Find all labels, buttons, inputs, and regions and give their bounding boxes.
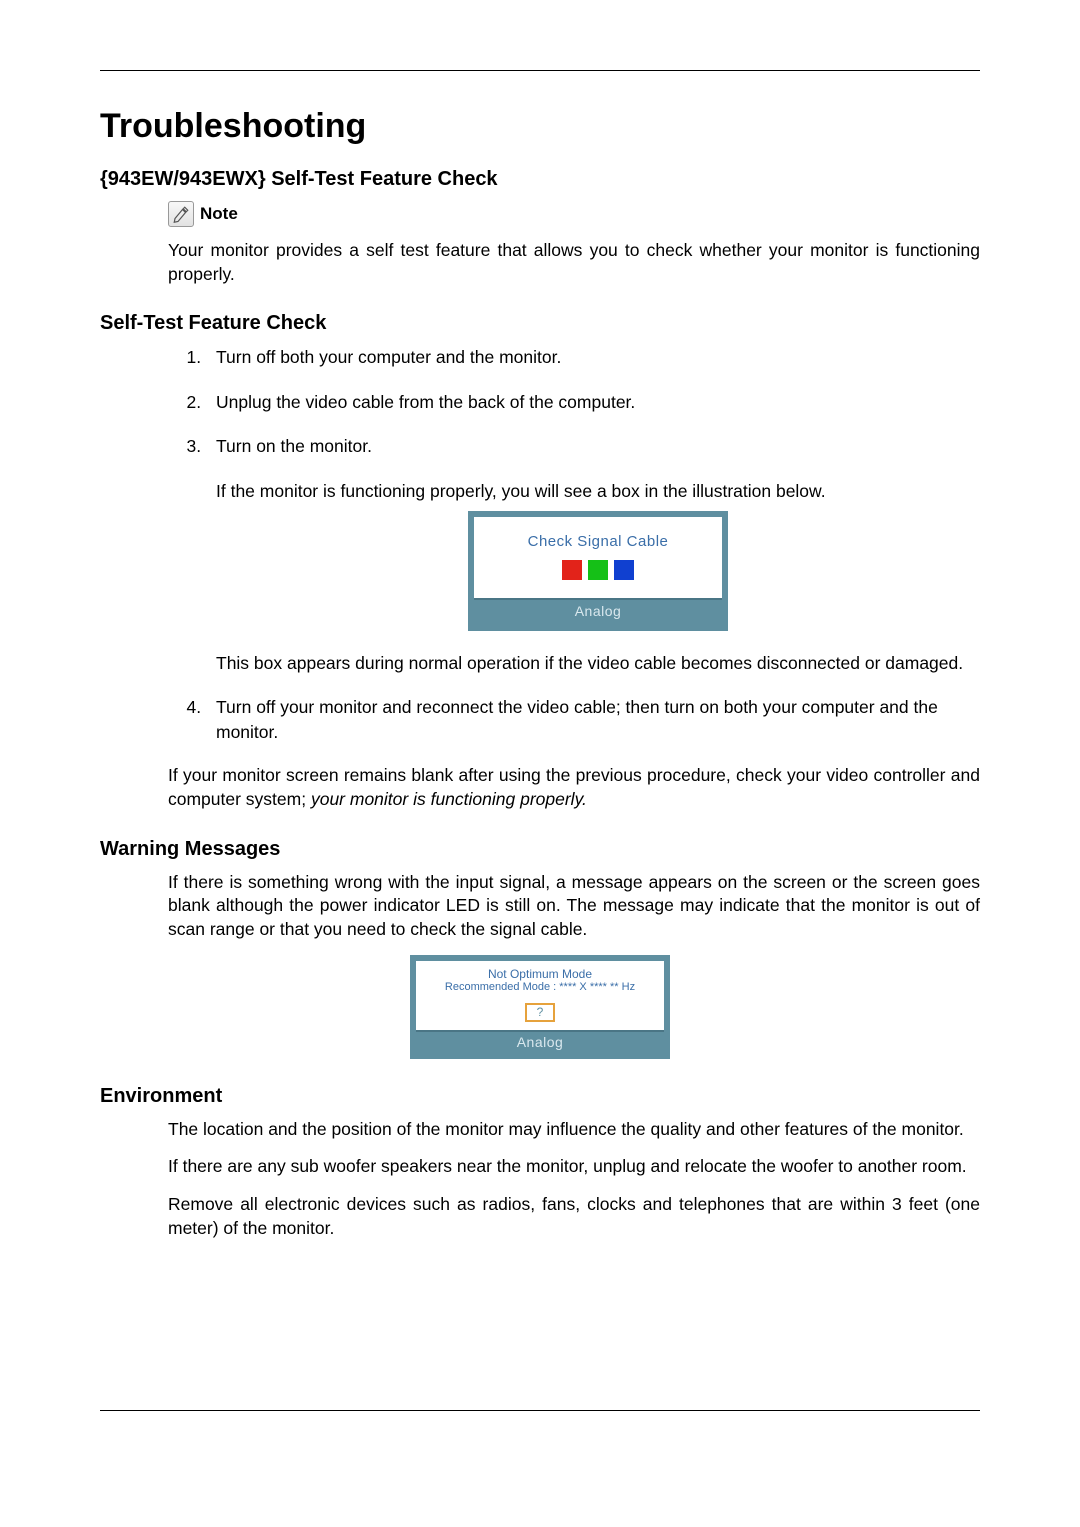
step-text: Turn off your monitor and reconnect the …	[216, 697, 938, 742]
rule-bottom	[100, 1410, 980, 1411]
osd2-footer: Analog	[416, 1030, 664, 1053]
note-icon	[168, 201, 194, 227]
step-text: Turn off both your computer and the moni…	[216, 347, 561, 367]
env-p1: The location and the position of the mon…	[168, 1118, 980, 1142]
osd-footer: Analog	[474, 598, 722, 625]
osd2-line1: Not Optimum Mode	[416, 961, 664, 981]
closing-em: your monitor is functioning properly.	[311, 789, 587, 809]
env-p3: Remove all electronic devices such as ra…	[168, 1193, 980, 1240]
steps-list: Turn off both your computer and the moni…	[206, 345, 980, 744]
heading-environment: Environment	[100, 1085, 980, 1108]
heading-warning-messages: Warning Messages	[100, 838, 980, 861]
note-label: Note	[200, 204, 238, 224]
step-3-after: This box appears during normal operation…	[216, 651, 980, 676]
square-blue	[614, 560, 634, 580]
env-p2: If there are any sub woofer speakers nea…	[168, 1155, 980, 1179]
note-row: Note	[168, 201, 980, 227]
square-red	[562, 560, 582, 580]
osd-color-squares	[474, 560, 722, 598]
step-2: Unplug the video cable from the back of …	[206, 390, 980, 415]
osd2-line2: Recommended Mode : **** X **** ** Hz	[416, 981, 664, 999]
heading-self-test: Self-Test Feature Check	[100, 312, 980, 335]
osd-check-signal-box: Check Signal Cable Analog	[468, 511, 728, 631]
page-title: Troubleshooting	[100, 107, 980, 146]
heading-self-test-model: {943EW/943EWX} Self-Test Feature Check	[100, 168, 980, 191]
step-3: Turn on the monitor. If the monitor is f…	[206, 434, 980, 675]
step-text: Turn on the monitor.	[216, 436, 372, 456]
osd2-button: ?	[525, 1003, 555, 1021]
step-1: Turn off both your computer and the moni…	[206, 345, 980, 370]
note-text: Your monitor provides a self test featur…	[168, 239, 980, 286]
warning-text: If there is something wrong with the inp…	[168, 871, 980, 942]
step-4: Turn off your monitor and reconnect the …	[206, 695, 980, 744]
step-3-sub: If the monitor is functioning properly, …	[216, 479, 980, 504]
osd-not-optimum-box: Not Optimum Mode Recommended Mode : ****…	[410, 955, 670, 1058]
osd-message: Check Signal Cable	[474, 517, 722, 560]
rule-top	[100, 70, 980, 71]
square-green	[588, 560, 608, 580]
step-text: Unplug the video cable from the back of …	[216, 392, 635, 412]
closing-para: If your monitor screen remains blank aft…	[168, 764, 980, 811]
